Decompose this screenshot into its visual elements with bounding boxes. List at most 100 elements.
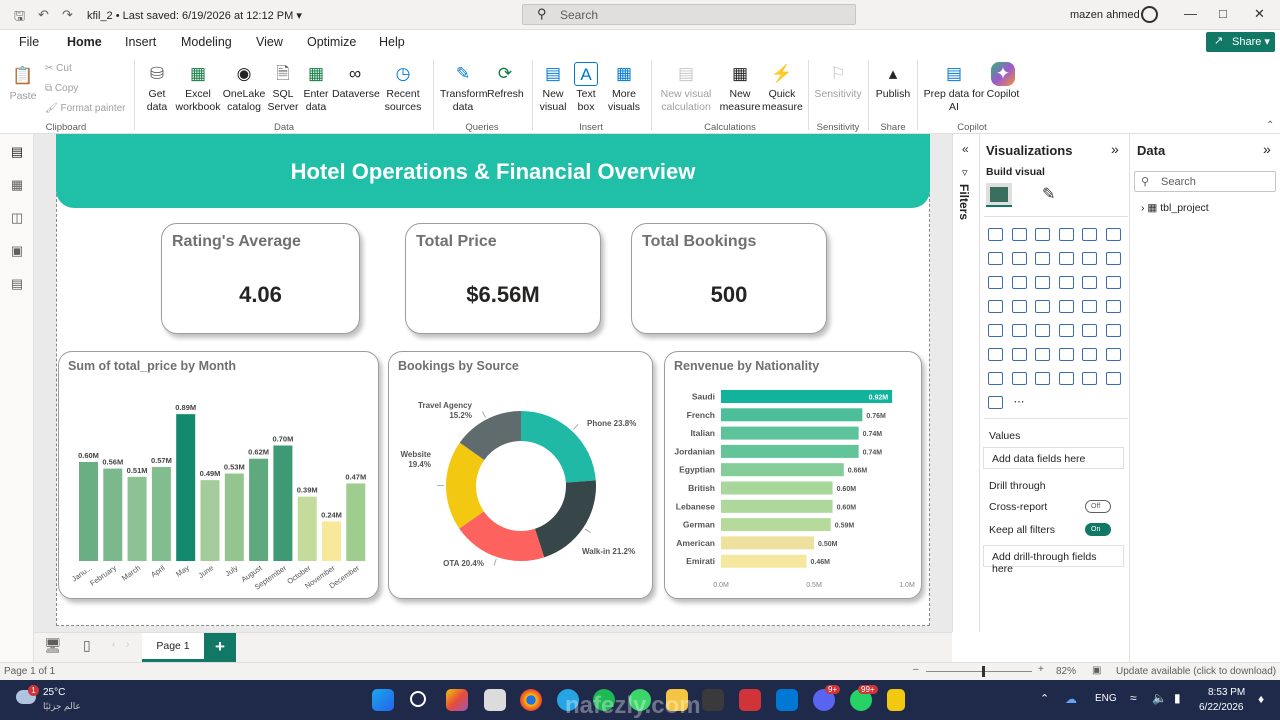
collapse-data-icon[interactable]: »	[1263, 141, 1271, 157]
notification-bell-icon[interactable]: ♦	[1258, 692, 1264, 706]
visual-table-icon[interactable]	[1058, 324, 1074, 337]
chevron-up-icon[interactable]: ⌃	[1040, 692, 1049, 705]
paste-button[interactable]: 📋 Paste	[8, 64, 38, 103]
bar-french[interactable]	[721, 408, 863, 422]
sql-server-button[interactable]: 🗎 SQL Server	[267, 62, 299, 114]
bar-egyptian[interactable]	[721, 463, 844, 477]
new-visual-calculation-button[interactable]: ▤ New visual calculation	[657, 62, 715, 114]
bar-december[interactable]	[346, 483, 366, 561]
visual-area-icon[interactable]	[1011, 252, 1027, 265]
onedrive-icon[interactable]: ☁	[1065, 692, 1077, 706]
add-drill-through-well[interactable]: Add drill-through fields here	[983, 545, 1124, 575]
get-data-button[interactable]: ⛁ Get data	[140, 62, 174, 114]
refresh-button[interactable]: ⟳ Refresh	[487, 62, 524, 101]
visual-line-column-icon[interactable]	[1058, 252, 1074, 265]
slice-phone[interactable]	[521, 411, 596, 483]
visual-card-icon[interactable]	[1105, 300, 1121, 313]
table-view-icon[interactable]: ▦	[9, 177, 25, 193]
copy-button[interactable]: ⧉ Copy	[45, 83, 78, 94]
update-available-link[interactable]: Update available (click to download)	[1116, 666, 1276, 677]
bar-american[interactable]	[721, 536, 814, 550]
app-icon[interactable]	[446, 689, 468, 711]
bar-may[interactable]	[176, 414, 196, 561]
visual-clustered-column-icon[interactable]	[1058, 228, 1074, 241]
copilot-button[interactable]: ✦ Copilot	[984, 62, 1022, 101]
battery-icon[interactable]: ▮	[1174, 691, 1181, 705]
visual-funnel-icon[interactable]	[1011, 276, 1027, 289]
bar-saudi[interactable]	[721, 390, 893, 403]
zoom-out-button[interactable]: –	[913, 664, 919, 675]
volume-icon[interactable]: 🔈	[1152, 691, 1167, 705]
enter-data-button[interactable]: ▦ Enter data	[301, 62, 331, 114]
visual-matrix-icon[interactable]	[1082, 324, 1097, 337]
chart-card-source[interactable]: Bookings by Source Phone 23.8% Walk-in 21…	[388, 351, 653, 599]
text-box-button[interactable]: A Text box	[572, 62, 600, 114]
excel-button[interactable]: ▦ Excel workbook	[174, 62, 222, 114]
visual-key-influencers-icon[interactable]	[1011, 348, 1027, 361]
visual-stacked-column-icon[interactable]	[1011, 228, 1027, 241]
redo-icon[interactable]: ↷	[62, 7, 73, 23]
bar-november[interactable]	[322, 521, 341, 561]
vscode-icon[interactable]	[776, 689, 798, 711]
kpi-card-total-price[interactable]: Total Price $6.56M	[405, 223, 601, 334]
kpi-card-rating[interactable]: Rating's Average 4.06	[161, 223, 360, 334]
prev-page-icon[interactable]: ‹	[112, 639, 115, 650]
power-bi-icon[interactable]	[887, 689, 905, 711]
menu-file[interactable]: File	[19, 35, 39, 49]
bar-british[interactable]	[721, 481, 833, 495]
visual-scatter-icon[interactable]	[1035, 276, 1050, 289]
visual-gauge-icon[interactable]	[1082, 300, 1097, 313]
visual-python-visual-icon[interactable]	[988, 348, 1003, 361]
visual-azure-map-icon[interactable]	[1058, 300, 1074, 313]
tmdl-view-icon[interactable]: ▤	[9, 276, 25, 292]
share-button[interactable]: ↗ Share ▾	[1206, 32, 1275, 52]
visual-treemap-icon[interactable]	[1105, 276, 1121, 289]
file-title[interactable]: kfil_2 • Last saved: 6/19/2026 at 12:12 …	[87, 9, 302, 22]
publish-button[interactable]: ▴ Publish	[874, 62, 912, 101]
expand-filters-icon[interactable]: «	[962, 142, 969, 156]
visual-line-icon[interactable]	[988, 252, 1003, 265]
terminal-icon[interactable]	[702, 689, 724, 711]
bar-june[interactable]	[200, 480, 220, 561]
add-page-button[interactable]: +	[204, 633, 236, 662]
search-box[interactable]: ⚲ Search	[522, 4, 856, 25]
visual-decomposition-tree-icon[interactable]	[1035, 348, 1050, 361]
visual-power-apps-icon[interactable]	[1011, 372, 1027, 385]
visual-clustered-bar-icon[interactable]	[1035, 228, 1050, 241]
bar-july[interactable]	[224, 473, 244, 561]
visual-paginated-icon[interactable]	[1105, 348, 1121, 361]
bar-february[interactable]	[103, 468, 123, 561]
zoom-in-button[interactable]: +	[1038, 664, 1044, 675]
dax-query-view-icon[interactable]: ▣	[9, 243, 25, 259]
wifi-icon[interactable]: ≈	[1130, 691, 1137, 705]
visual-stacked-area-icon[interactable]	[1035, 252, 1050, 265]
minimize-icon[interactable]: —	[1184, 6, 1197, 21]
format-visual-icon[interactable]: ✎	[1042, 184, 1055, 204]
bar-october[interactable]	[297, 496, 317, 561]
next-page-icon[interactable]: ›	[126, 639, 129, 650]
visual-line-stacked-icon[interactable]	[1082, 252, 1097, 265]
clock-time[interactable]: 8:53 PM	[1208, 687, 1245, 698]
visual-qa-icon[interactable]	[1058, 348, 1074, 361]
recent-sources-button[interactable]: ◷ Recent sources	[380, 62, 426, 114]
bar-september[interactable]	[273, 445, 293, 562]
zoom-slider[interactable]	[926, 671, 1032, 672]
bar-janu[interactable]	[79, 462, 98, 561]
clock-date[interactable]: 6/22/2026	[1199, 702, 1244, 713]
report-view-icon[interactable]: ▤	[9, 144, 25, 160]
format-painter-button[interactable]: 🖌 Format painter	[45, 103, 126, 114]
visual-stacked-bar-icon[interactable]	[988, 228, 1003, 241]
bar-italian[interactable]	[721, 426, 859, 440]
visual-shape-map-icon[interactable]	[1035, 300, 1050, 313]
menu-optimize[interactable]: Optimize	[307, 35, 356, 49]
start-icon[interactable]	[372, 689, 394, 711]
model-view-icon[interactable]: ◫	[9, 210, 25, 226]
chrome-icon[interactable]	[520, 689, 542, 711]
avatar-icon[interactable]	[1141, 6, 1158, 23]
visual-shape-icon[interactable]	[1105, 372, 1121, 385]
data-search-input[interactable]: ⚲ Search	[1134, 171, 1276, 192]
visual-image-icon[interactable]	[1082, 372, 1097, 385]
menu-insert[interactable]: Insert	[125, 35, 156, 49]
language-indicator[interactable]: ENG	[1095, 693, 1117, 704]
bar-jordanian[interactable]	[721, 444, 859, 458]
